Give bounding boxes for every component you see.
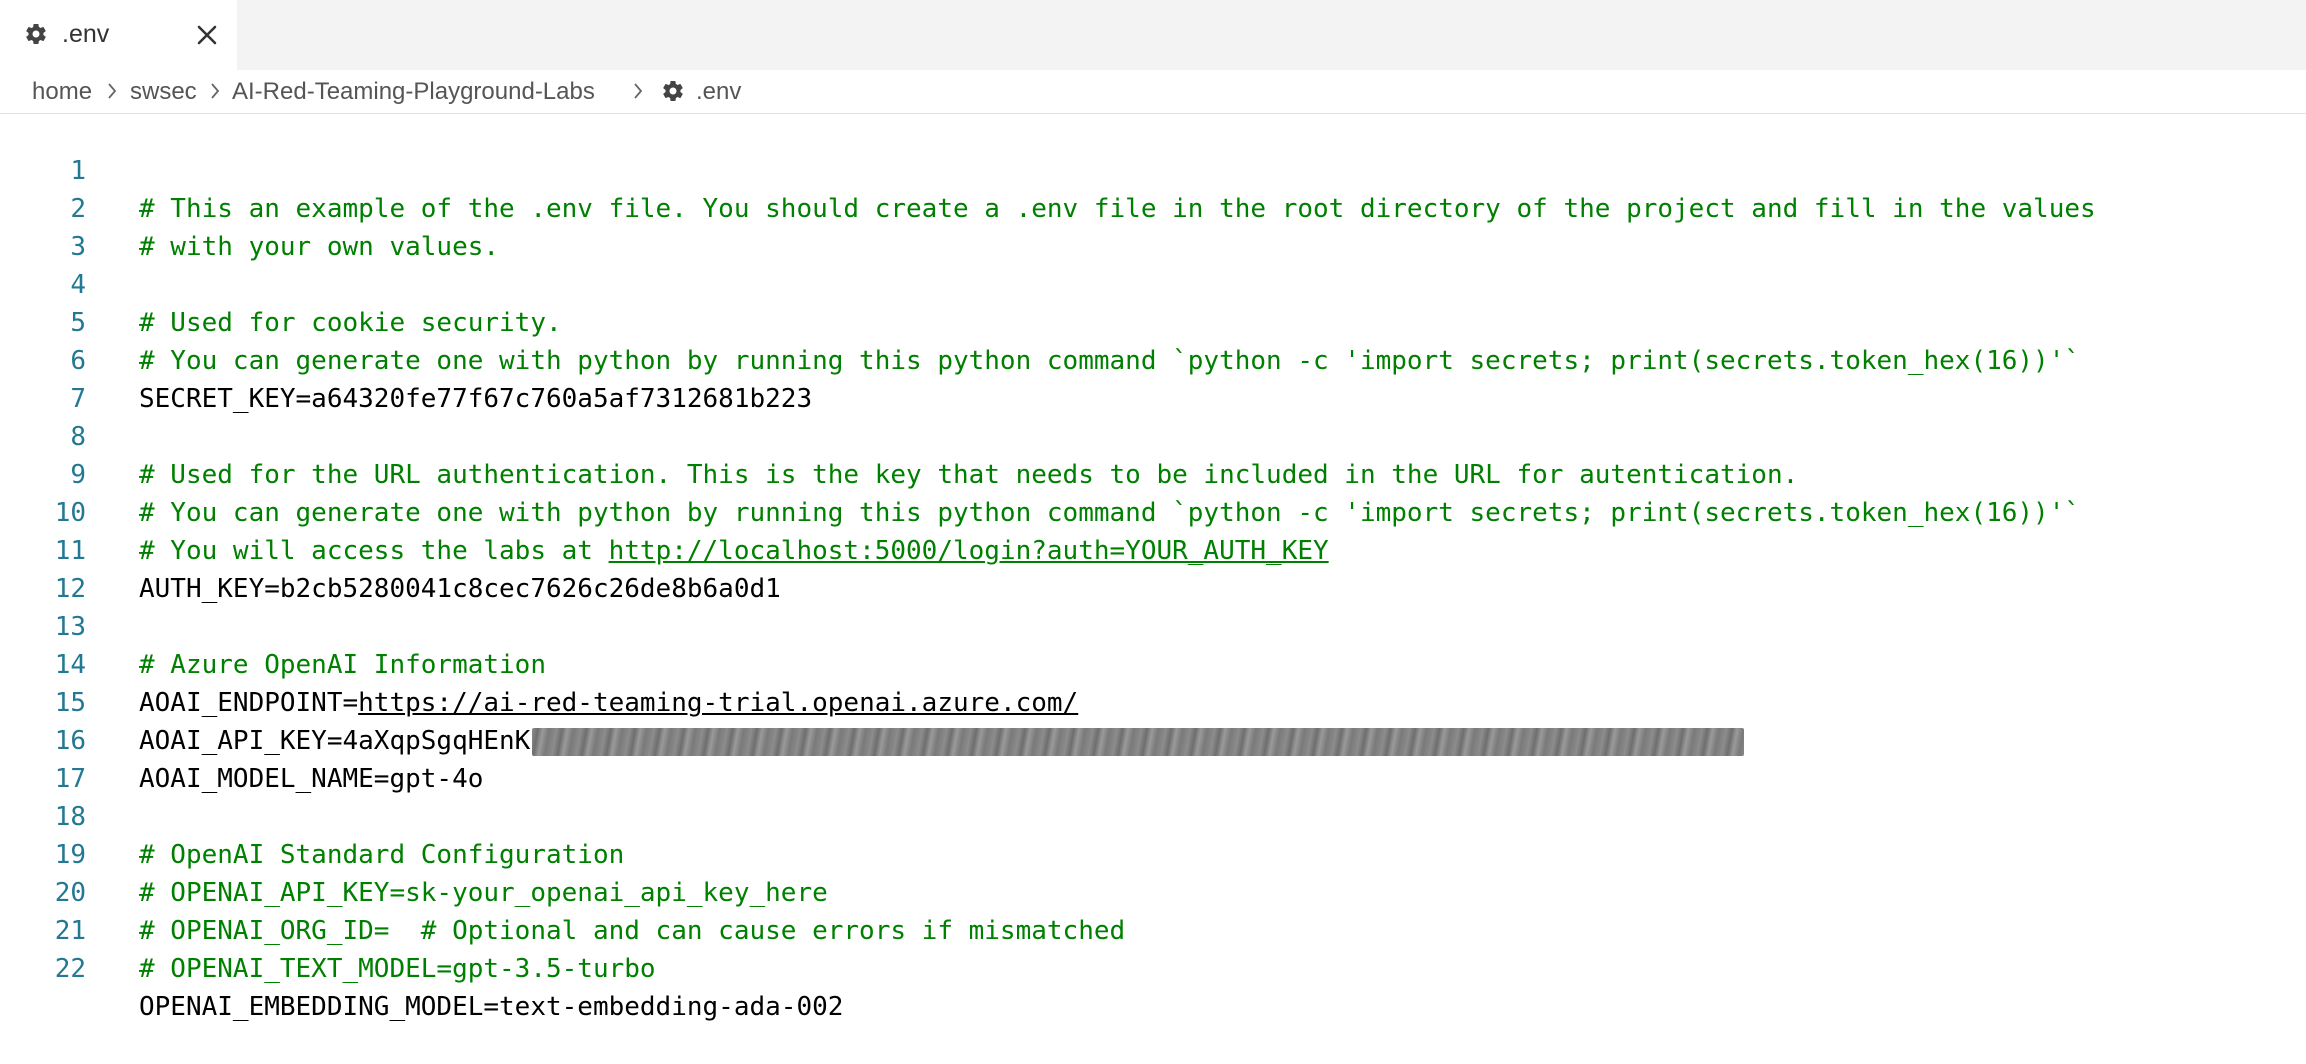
- chevron-right-icon: [108, 83, 117, 99]
- code-line: 8 # Used for the URL authentication. Thi…: [0, 380, 2306, 490]
- code-line: 5 # You can generate one with python by …: [0, 266, 2306, 376]
- code-line: 19 # OPENAI_API_KEY=sk-your_openai_api_k…: [0, 798, 2306, 908]
- code-line: 7: [0, 342, 2306, 414]
- code-line: 15 AOAI_API_KEY=4aXqpSgqHEnK: [0, 646, 2306, 756]
- breadcrumb: home swsec AI-Red-Teaming-Playground-Lab…: [0, 70, 2306, 113]
- code-line: 4 # Used for cookie security.: [0, 228, 2306, 338]
- chevron-right-icon: [211, 83, 220, 99]
- code-line: 12: [0, 532, 2306, 604]
- tab-bar: .env: [0, 0, 2306, 70]
- code-line: 9 # You can generate one with python by …: [0, 418, 2306, 528]
- breadcrumb-item-file[interactable]: .env: [696, 78, 741, 106]
- code-line: 14 AOAI_ENDPOINT=https://ai-red-teaming-…: [0, 608, 2306, 718]
- code-line: 11 AUTH_KEY=b2cb5280041c8cec7626c26de8b6…: [0, 494, 2306, 604]
- tab-label: .env: [62, 20, 110, 48]
- breadcrumb-item-swsec[interactable]: swsec: [130, 78, 197, 106]
- code-line: 10 # You will access the labs at http://…: [0, 456, 2306, 566]
- breadcrumb-item-project[interactable]: AI-Red-Teaming-Playground-Labs: [232, 78, 595, 106]
- code-line: 16 AOAI_MODEL_NAME=gpt-4o: [0, 684, 2306, 794]
- code-line: 18 # OpenAI Standard Configuration: [0, 760, 2306, 870]
- code-line: 6 SECRET_KEY=a64320fe77f67c760a5af731268…: [0, 304, 2306, 414]
- chevron-right-icon: [634, 83, 643, 99]
- code-line: 1 # This an example of the .env file. Yo…: [0, 114, 2306, 224]
- gear-icon: [663, 81, 683, 102]
- code-line: 21 # OPENAI_TEXT_MODEL=gpt-3.5-turbo: [0, 874, 2306, 984]
- code-line: 3: [0, 190, 2306, 262]
- code-line: 17: [0, 722, 2306, 794]
- gear-icon: [26, 24, 46, 45]
- code-text: OPENAI_EMBEDDING_MODEL=text-embedding-ad…: [139, 992, 844, 1022]
- tab-env-file[interactable]: .env: [0, 0, 237, 70]
- code-editor[interactable]: 1 # This an example of the .env file. Yo…: [0, 114, 2306, 1022]
- line-number: 22: [54, 954, 86, 984]
- code-line: 2 # with your own values.: [0, 152, 2306, 262]
- code-line: 22 OPENAI_EMBEDDING_MODEL=text-embedding…: [0, 912, 2306, 1022]
- code-line: 13 # Azure OpenAI Information: [0, 570, 2306, 680]
- close-icon[interactable]: [194, 22, 220, 48]
- code-text: # OPENAI_TEXT_MODEL=gpt-3.5-turbo: [139, 954, 656, 984]
- code-line: 20 # OPENAI_ORG_ID= # Optional and can c…: [0, 836, 2306, 946]
- breadcrumb-item-home[interactable]: home: [32, 78, 92, 106]
